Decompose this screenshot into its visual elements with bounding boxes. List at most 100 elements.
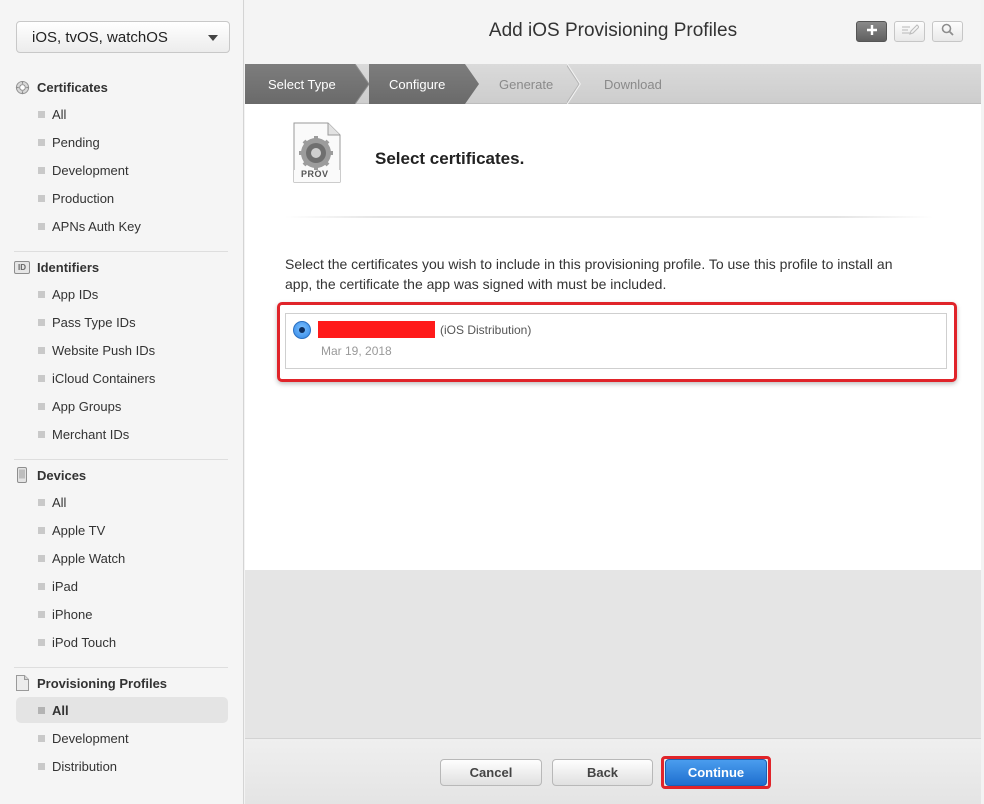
- platform-select[interactable]: iOS, tvOS, watchOS: [16, 21, 230, 53]
- edit-button[interactable]: [894, 21, 925, 42]
- sidebar-item-label: iPad: [52, 578, 79, 594]
- step-label: Select Type: [268, 76, 336, 92]
- bullet-icon: [38, 431, 45, 438]
- divider: [14, 667, 228, 668]
- device-phone-icon: [14, 467, 30, 483]
- separator: [285, 216, 933, 218]
- plus-icon: [866, 23, 878, 41]
- main-panel: Add iOS Provisioning Profiles Select Typ…: [245, 0, 981, 804]
- bullet-icon: [38, 583, 45, 590]
- sidebar-item-label: Distribution: [52, 758, 118, 774]
- sidebar-item-label: iPhone: [52, 606, 93, 622]
- bullet-icon: [38, 319, 45, 326]
- sidebar-item-label: Development: [52, 162, 129, 178]
- sidebar-item-devices-all[interactable]: All: [16, 489, 228, 515]
- step-generate: Generate: [499, 64, 569, 104]
- section-identifiers: ID Identifiers: [14, 259, 99, 275]
- section-title-label: Provisioning Profiles: [37, 675, 168, 691]
- bullet-icon: [38, 735, 45, 742]
- empty-area: [245, 570, 981, 738]
- sidebar-item-label: Website Push IDs: [52, 342, 156, 358]
- bullet-icon: [38, 167, 45, 174]
- divider: [14, 459, 228, 460]
- platform-select-value: iOS, tvOS, watchOS: [32, 29, 168, 46]
- bullet-icon: [38, 555, 45, 562]
- sidebar-item-label: iCloud Containers: [52, 370, 156, 386]
- sidebar-item-profiles-development[interactable]: Development: [16, 725, 228, 751]
- sidebar-item-certificates-apns[interactable]: APNs Auth Key: [16, 213, 228, 239]
- sidebar-item-ipod-touch[interactable]: iPod Touch: [16, 629, 228, 655]
- sidebar-item-profiles-all[interactable]: All: [16, 697, 228, 723]
- sidebar-item-label: All: [52, 494, 67, 510]
- provisioning-icon-label: PROV: [301, 169, 329, 179]
- sidebar-item-iphone[interactable]: iPhone: [16, 601, 228, 627]
- section-title-label: Certificates: [37, 79, 108, 95]
- sidebar-item-label: All: [52, 106, 67, 122]
- sidebar: iOS, tvOS, watchOS Certificates All Pend…: [0, 0, 244, 804]
- step-label: Download: [604, 76, 662, 92]
- bullet-icon: [38, 639, 45, 646]
- bullet-icon: [38, 291, 45, 298]
- sidebar-item-label: App IDs: [52, 286, 99, 302]
- step-configure: Configure: [369, 64, 465, 104]
- search-icon: [941, 23, 954, 41]
- sidebar-item-certificates-production[interactable]: Production: [16, 185, 228, 211]
- bullet-icon: [38, 195, 45, 202]
- section-heading: Select certificates.: [375, 149, 525, 168]
- bullet-icon: [38, 611, 45, 618]
- section-certificates: Certificates: [14, 79, 108, 95]
- gear-certificate-icon: [14, 79, 30, 95]
- annotation-highlight-box: [277, 302, 957, 382]
- bullet-icon: [38, 707, 45, 714]
- bullet-icon: [38, 139, 45, 146]
- sidebar-item-pass-type-ids[interactable]: Pass Type IDs: [16, 309, 228, 335]
- sidebar-item-certificates-development[interactable]: Development: [16, 157, 228, 183]
- bullet-icon: [38, 763, 45, 770]
- header: Add iOS Provisioning Profiles: [245, 0, 981, 64]
- sidebar-item-label: Pass Type IDs: [52, 314, 136, 330]
- sidebar-item-icloud-containers[interactable]: iCloud Containers: [16, 365, 228, 391]
- id-badge-icon: ID: [14, 259, 30, 275]
- chevron-down-icon: [208, 35, 218, 41]
- bullet-icon: [38, 375, 45, 382]
- id-badge-text: ID: [14, 260, 30, 274]
- section-devices: Devices: [14, 467, 86, 483]
- back-button[interactable]: Back: [552, 759, 653, 786]
- sidebar-item-app-ids[interactable]: App IDs: [16, 281, 228, 307]
- bullet-icon: [38, 527, 45, 534]
- sidebar-item-certificates-pending[interactable]: Pending: [16, 129, 228, 155]
- sidebar-item-profiles-distribution[interactable]: Distribution: [16, 753, 228, 779]
- sidebar-item-certificates-all[interactable]: All: [16, 101, 228, 127]
- sidebar-item-label: Development: [52, 730, 129, 746]
- sidebar-item-apple-tv[interactable]: Apple TV: [16, 517, 228, 543]
- step-arrow-icon: [567, 64, 581, 104]
- sidebar-item-label: App Groups: [52, 398, 122, 414]
- bullet-icon: [38, 347, 45, 354]
- section-provisioning-profiles: Provisioning Profiles: [14, 675, 167, 691]
- content-panel: PROV Select certificates. Select the cer…: [245, 104, 981, 570]
- edit-icon: [901, 23, 920, 41]
- sidebar-item-ipad[interactable]: iPad: [16, 573, 228, 599]
- step-label: Configure: [389, 76, 446, 92]
- bullet-icon: [38, 403, 45, 410]
- step-label: Generate: [499, 76, 554, 92]
- bullet-icon: [38, 111, 45, 118]
- step-arrow-icon: [465, 64, 479, 104]
- section-title-label: Devices: [37, 467, 87, 483]
- sidebar-item-apple-watch[interactable]: Apple Watch: [16, 545, 228, 571]
- step-arrow-icon: [355, 64, 369, 104]
- add-button[interactable]: [856, 21, 887, 42]
- wizard-steps: Select Type Configure Generate Download: [245, 64, 981, 104]
- sidebar-item-label: Production: [52, 190, 115, 206]
- sidebar-item-merchant-ids[interactable]: Merchant IDs: [16, 421, 228, 447]
- step-select-type: Select Type: [245, 64, 355, 104]
- search-button[interactable]: [932, 21, 963, 42]
- sidebar-item-label: All: [52, 702, 69, 718]
- divider: [14, 251, 228, 252]
- sidebar-item-app-groups[interactable]: App Groups: [16, 393, 228, 419]
- annotation-highlight-continue: [661, 756, 771, 789]
- step-download: Download: [604, 64, 684, 104]
- cancel-button[interactable]: Cancel: [440, 759, 542, 786]
- sidebar-item-website-push-ids[interactable]: Website Push IDs: [16, 337, 228, 363]
- document-icon: [14, 675, 30, 691]
